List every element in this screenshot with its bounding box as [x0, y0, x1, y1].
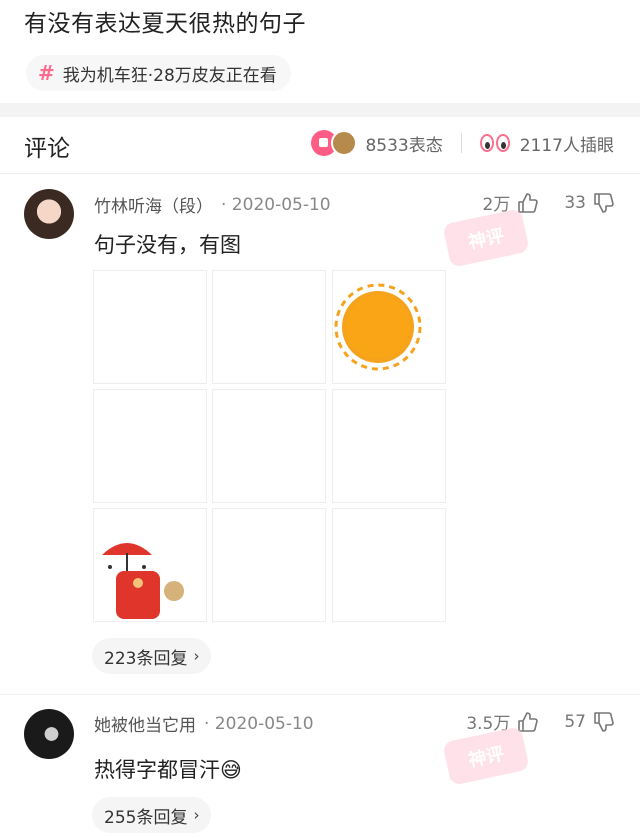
- comment-text: 句子没有，有图: [94, 233, 241, 257]
- dislike-count: 33: [564, 192, 586, 213]
- replies-count: 223条回复: [104, 648, 188, 669]
- dislike-count: 57: [564, 711, 586, 732]
- grid-image-1[interactable]: [93, 270, 207, 384]
- umbrella-character-icon: [102, 543, 184, 619]
- avatar[interactable]: [24, 709, 74, 759]
- eye-right-icon: [495, 134, 510, 152]
- chevron-right-icon: ›: [193, 647, 200, 665]
- comment-meta: 她被他当它用 · 2020-05-10: [94, 711, 314, 737]
- topic-label: 我为机车狂·28万皮友正在看: [62, 65, 277, 86]
- inserted-eyes-count[interactable]: 2117人插眼: [520, 131, 614, 156]
- comment-author[interactable]: 她被他当它用: [94, 711, 196, 736]
- comment-author[interactable]: 竹林听海（段）: [94, 192, 213, 217]
- grid-image-7[interactable]: [93, 508, 207, 622]
- grid-image-3[interactable]: [332, 270, 446, 384]
- dislike-button[interactable]: 33: [564, 192, 614, 214]
- comments-header: 评论 8533表态 2117人插眼: [0, 117, 640, 173]
- eye-left-icon: [479, 134, 494, 152]
- image-grid: [93, 270, 446, 622]
- hashtag-icon: #: [38, 61, 55, 85]
- chevron-right-icon: ›: [193, 806, 200, 824]
- replies-button[interactable]: 223条回复 ›: [92, 638, 212, 674]
- reactions-divider: [460, 133, 462, 153]
- sun-icon: [334, 283, 422, 371]
- reactions-bar: 8533表态 2117人插眼: [311, 130, 614, 156]
- god-comment-stamp: 神评: [442, 726, 530, 786]
- thumbs-up-icon: [518, 711, 539, 732]
- avatar[interactable]: [24, 189, 74, 239]
- comments-title: 评论: [24, 136, 70, 162]
- header-divider: [0, 173, 640, 174]
- emoji-reaction-icon: [331, 130, 358, 156]
- grid-image-2[interactable]: [212, 270, 326, 384]
- reactions-count[interactable]: 8533表态: [365, 131, 442, 156]
- comment-meta: 竹林听海（段） · 2020-05-10: [94, 192, 331, 218]
- section-gap: [0, 103, 640, 117]
- comment-text: 热得字都冒汗😅: [94, 758, 242, 782]
- replies-button[interactable]: 255条回复 ›: [92, 797, 212, 833]
- replies-count: 255条回复: [104, 807, 188, 828]
- god-comment-stamp: 神评: [442, 208, 530, 268]
- dislike-button[interactable]: 57: [564, 711, 614, 733]
- grid-image-9[interactable]: [332, 508, 446, 622]
- comment-date: · 2020-05-10: [221, 194, 331, 215]
- grid-image-4[interactable]: [93, 389, 207, 503]
- reactions-button[interactable]: [311, 130, 358, 156]
- grid-image-5[interactable]: [212, 389, 326, 503]
- thumbs-down-icon: [594, 192, 614, 213]
- thumbs-up-icon: [518, 192, 539, 213]
- vote-bar: 2万 33: [457, 190, 614, 215]
- thumbs-down-icon: [594, 711, 614, 732]
- vote-bar: 3.5万 57: [440, 709, 614, 734]
- grid-image-8[interactable]: [212, 508, 326, 622]
- post-title: 有没有表达夏天很热的句子: [24, 11, 306, 37]
- eyes-icon[interactable]: [479, 134, 512, 152]
- comment-divider: [0, 694, 640, 695]
- comment-date: · 2020-05-10: [204, 713, 314, 734]
- topic-chip[interactable]: # 我为机车狂·28万皮友正在看: [26, 55, 291, 91]
- grid-image-6[interactable]: [332, 389, 446, 503]
